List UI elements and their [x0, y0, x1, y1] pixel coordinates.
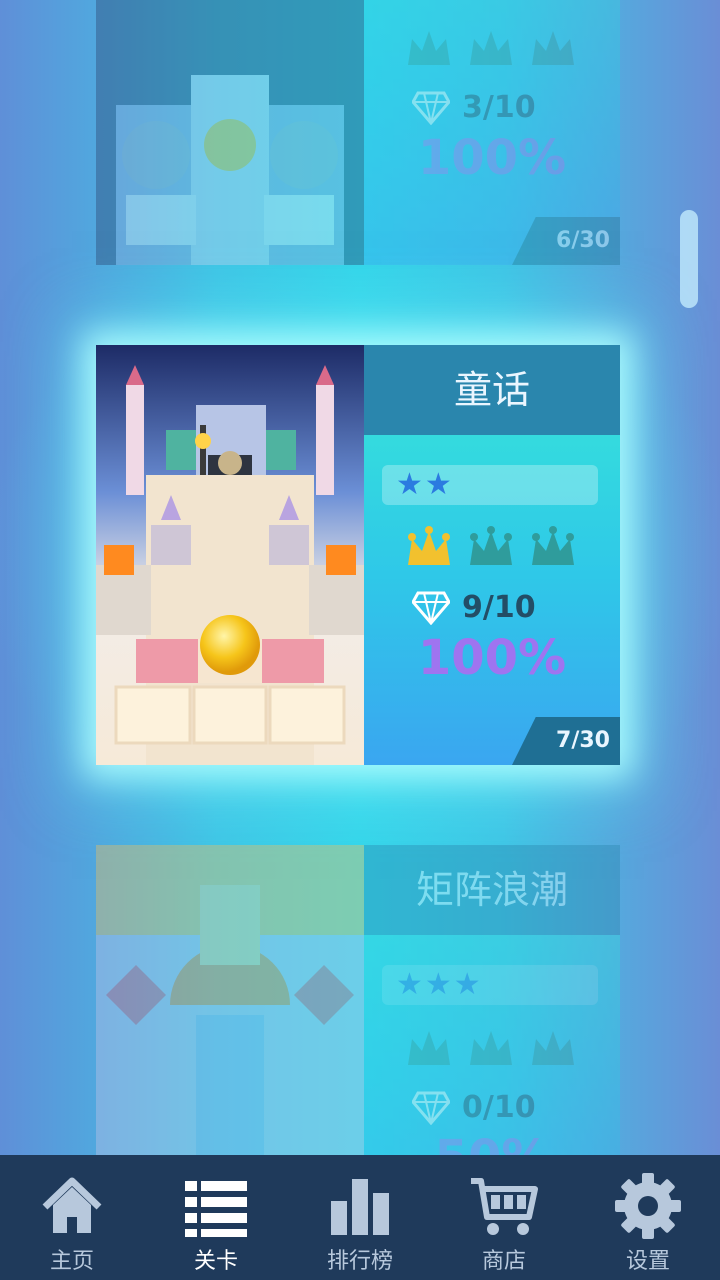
gem-count-text: 9/10: [462, 589, 536, 625]
level-card-7[interactable]: 童话 ★★ 9/10 100% 7/30: [96, 345, 620, 765]
nav-leaderboard[interactable]: 排行榜: [290, 1155, 430, 1280]
crown-icon: [532, 1031, 574, 1065]
home-icon: [42, 1177, 102, 1233]
nav-shop[interactable]: 商店: [434, 1155, 574, 1280]
nav-label: 主页: [49, 1249, 94, 1274]
gem-count-text: 3/10: [462, 89, 536, 125]
level-title: 童话: [364, 345, 620, 435]
leaderboard-icon: [331, 1179, 389, 1235]
scrollbar[interactable]: [680, 210, 698, 308]
gear-icon: [615, 1173, 681, 1239]
diamond-icon: [412, 591, 450, 625]
gem-count: 3/10: [412, 85, 536, 129]
nav-label: 设置: [625, 1249, 670, 1274]
crown-icon: [408, 31, 450, 65]
gem-count: 9/10: [412, 585, 536, 629]
crown-icon: [532, 526, 574, 565]
level-info-panel: 童话 ★★ 9/10 100% 7/30: [364, 345, 620, 765]
nav-settings[interactable]: 设置: [578, 1155, 718, 1280]
difficulty-stars: ★★: [382, 465, 598, 505]
crown-icon: [470, 1031, 512, 1065]
level-card-6[interactable]: 3/10 100% 6/30: [96, 0, 620, 265]
crown-icon: [408, 1031, 450, 1065]
level-index: 7/30: [512, 717, 620, 765]
crown-icon: [532, 31, 574, 65]
completion-percent: 100%: [417, 130, 567, 186]
nav-label: 关卡: [193, 1249, 238, 1274]
completion-percent: 100%: [417, 630, 567, 686]
nav-home[interactable]: 主页: [2, 1155, 142, 1280]
difficulty-stars: ★★★: [382, 965, 598, 1005]
level-index: 6/30: [512, 217, 620, 265]
crown-row: [404, 25, 584, 81]
list-icon: [185, 1181, 247, 1237]
diamond-icon: [412, 91, 450, 125]
gem-count: 0/10: [412, 1085, 536, 1129]
level-info-panel: 3/10 100% 6/30: [364, 0, 620, 265]
crown-icon: [470, 526, 512, 565]
crown-icon: [408, 526, 450, 565]
level-thumbnail: [96, 0, 364, 265]
nav-levels[interactable]: 关卡: [146, 1155, 286, 1280]
diamond-icon: [412, 1091, 450, 1125]
nav-label: 商店: [481, 1249, 526, 1274]
bottom-nav: 主页 关卡 排行榜 商店 设置: [0, 1155, 720, 1280]
cart-icon: [471, 1178, 538, 1235]
crown-icon: [470, 31, 512, 65]
gem-count-text: 0/10: [462, 1089, 536, 1125]
crown-row: [404, 525, 584, 581]
crown-row: [404, 1025, 584, 1081]
level-title: 矩阵浪潮: [364, 845, 620, 935]
nav-label: 排行榜: [326, 1249, 393, 1274]
level-thumbnail: [96, 345, 364, 765]
